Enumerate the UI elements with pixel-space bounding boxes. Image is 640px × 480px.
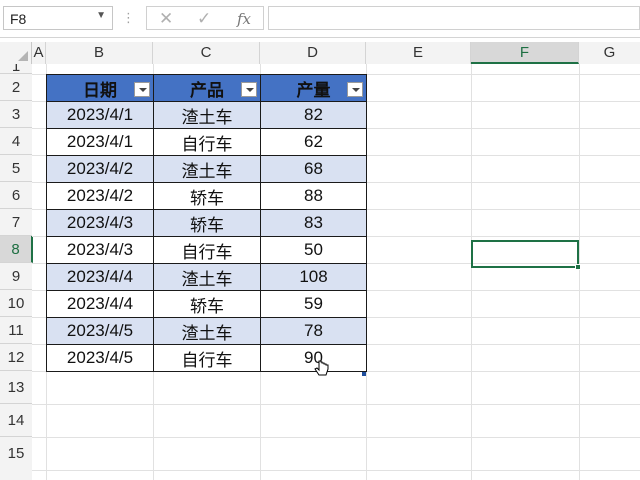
- formula-buttons: ✕ ✓ fx: [146, 6, 264, 30]
- row-header-10[interactable]: 10: [0, 290, 32, 317]
- table-row: 2023/4/1 自行车 62: [46, 128, 367, 156]
- gridline: [32, 470, 640, 471]
- table-row: 2023/4/1 渣土车 82: [46, 101, 367, 129]
- select-all-triangle-icon: [18, 51, 28, 61]
- header-cell-date[interactable]: 日期: [46, 74, 154, 102]
- table-cell[interactable]: 50: [260, 236, 367, 264]
- column-header-c[interactable]: C: [153, 42, 260, 64]
- close-icon[interactable]: ✕: [159, 9, 173, 29]
- table-cell[interactable]: 68: [260, 155, 367, 183]
- table-cell[interactable]: 渣土车: [153, 101, 261, 129]
- table-cell[interactable]: 83: [260, 209, 367, 237]
- active-cell-f8[interactable]: [471, 240, 581, 270]
- table-cell[interactable]: 59: [260, 290, 367, 318]
- row-header-2[interactable]: 2: [0, 74, 32, 101]
- table-row: 2023/4/4 轿车 59: [46, 290, 367, 318]
- header-label: 日期: [83, 80, 117, 100]
- row-header-12[interactable]: 12: [0, 344, 32, 371]
- spreadsheet-grid: A B C D E F G 1 2 3 4 5 6 7 8 9 10 11 12…: [0, 38, 640, 480]
- table-cell[interactable]: 自行车: [153, 344, 261, 372]
- table-header-row: 日期 产品 产量: [46, 74, 367, 102]
- row-header-column: 1 2 3 4 5 6 7 8 9 10 11 12 13 14 15: [0, 64, 33, 480]
- name-box-value: F8: [10, 11, 27, 27]
- fx-icon[interactable]: fx: [237, 10, 251, 28]
- filter-dropdown-icon[interactable]: [241, 82, 257, 97]
- table-cell[interactable]: 2023/4/4: [46, 263, 154, 291]
- table-cell[interactable]: 轿车: [153, 290, 261, 318]
- header-cell-product[interactable]: 产品: [153, 74, 261, 102]
- table-cell[interactable]: 渣土车: [153, 263, 261, 291]
- table-cell[interactable]: 62: [260, 128, 367, 156]
- table-row: 2023/4/4 渣土车 108: [46, 263, 367, 291]
- table-cell[interactable]: 2023/4/5: [46, 344, 154, 372]
- table-cell[interactable]: 2023/4/5: [46, 317, 154, 345]
- table-cell[interactable]: 82: [260, 101, 367, 129]
- column-header-f[interactable]: F: [471, 42, 579, 64]
- hand-pointer-icon: [314, 360, 329, 376]
- table-cell[interactable]: 2023/4/3: [46, 236, 154, 264]
- chevron-down-icon[interactable]: ▼: [96, 10, 106, 21]
- table-cell[interactable]: 自行车: [153, 128, 261, 156]
- table-cell[interactable]: 2023/4/1: [46, 101, 154, 129]
- row-header-5[interactable]: 5: [0, 155, 32, 182]
- column-header-d[interactable]: D: [260, 42, 366, 64]
- table-resize-handle[interactable]: [362, 372, 366, 376]
- fill-handle[interactable]: [575, 264, 581, 270]
- row-header-13[interactable]: 13: [0, 371, 32, 404]
- table-cell[interactable]: 2023/4/2: [46, 182, 154, 210]
- check-icon[interactable]: ✓: [197, 9, 211, 29]
- table-cell[interactable]: 2023/4/4: [46, 290, 154, 318]
- table-row: 2023/4/2 轿车 88: [46, 182, 367, 210]
- table-cell[interactable]: 2023/4/2: [46, 155, 154, 183]
- row-header-1[interactable]: 1: [0, 64, 32, 74]
- table-row: 2023/4/3 自行车 50: [46, 236, 367, 264]
- table-cell[interactable]: 自行车: [153, 236, 261, 264]
- header-label: 产量: [296, 80, 331, 100]
- column-header-g[interactable]: G: [579, 42, 640, 64]
- table-cell[interactable]: 88: [260, 182, 367, 210]
- row-header-8[interactable]: 8: [0, 236, 33, 263]
- name-box[interactable]: F8 ▼: [3, 6, 113, 30]
- table-cell[interactable]: 轿车: [153, 209, 261, 237]
- row-header-11[interactable]: 11: [0, 317, 32, 344]
- table-cell[interactable]: 渣土车: [153, 155, 261, 183]
- header-label: 产品: [190, 80, 224, 100]
- column-header-b[interactable]: B: [46, 42, 153, 64]
- gridline: [579, 64, 580, 480]
- table-row: 2023/4/3 轿车 83: [46, 209, 367, 237]
- filter-dropdown-icon[interactable]: [134, 82, 150, 97]
- table-cell[interactable]: 2023/4/3: [46, 209, 154, 237]
- table-cell[interactable]: 2023/4/1: [46, 128, 154, 156]
- header-cell-output[interactable]: 产量: [260, 74, 367, 102]
- row-header-3[interactable]: 3: [0, 101, 32, 128]
- column-header-row: A B C D E F G: [0, 42, 640, 64]
- gridline: [32, 404, 640, 405]
- column-header-e[interactable]: E: [366, 42, 471, 64]
- select-all-button[interactable]: [0, 42, 32, 64]
- table-row: 2023/4/2 渣土车 68: [46, 155, 367, 183]
- grip-dots-icon: ⋮: [122, 10, 135, 25]
- data-table: 日期 产品 产量 2023/4/1 渣土车 82 2023/4/1 自行车 62…: [46, 74, 367, 372]
- table-row: 2023/4/5 渣土车 78: [46, 317, 367, 345]
- formula-input[interactable]: [268, 6, 640, 30]
- formula-bar: F8 ▼ ⋮ ✕ ✓ fx: [0, 0, 640, 38]
- row-header-15[interactable]: 15: [0, 437, 32, 480]
- column-header-a[interactable]: A: [32, 42, 46, 64]
- table-cell[interactable]: 轿车: [153, 182, 261, 210]
- row-header-6[interactable]: 6: [0, 182, 32, 209]
- gridline: [471, 64, 472, 480]
- table-cell[interactable]: 渣土车: [153, 317, 261, 345]
- row-header-9[interactable]: 9: [0, 263, 32, 290]
- cell-area[interactable]: 日期 产品 产量 2023/4/1 渣土车 82 2023/4/1 自行车 62…: [32, 64, 640, 480]
- table-cell[interactable]: 78: [260, 317, 367, 345]
- filter-dropdown-icon[interactable]: [347, 82, 363, 97]
- row-header-4[interactable]: 4: [0, 128, 32, 155]
- row-header-14[interactable]: 14: [0, 404, 32, 437]
- gridline: [32, 437, 640, 438]
- table-cell[interactable]: 108: [260, 263, 367, 291]
- row-header-7[interactable]: 7: [0, 209, 32, 236]
